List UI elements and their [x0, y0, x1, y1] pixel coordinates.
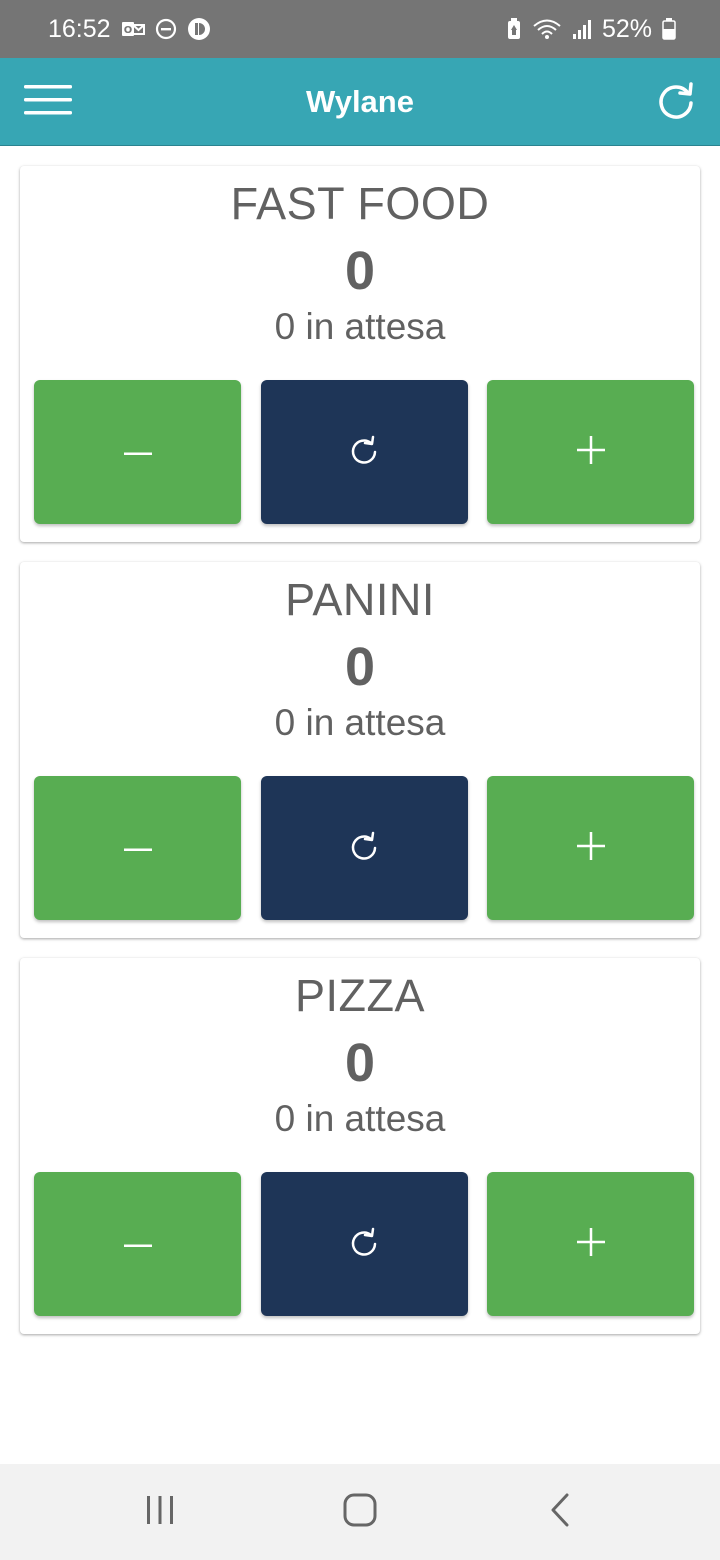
reset-icon	[347, 829, 381, 868]
increment-button[interactable]	[487, 380, 694, 524]
queue-name: PIZZA	[294, 970, 425, 1021]
queue-controls	[34, 380, 694, 524]
minus-icon	[123, 443, 152, 461]
queue-waiting: 0 in attesa	[274, 306, 446, 347]
decrement-button[interactable]	[34, 1172, 241, 1316]
outlook-icon: O	[121, 19, 145, 39]
status-time: 16:52	[48, 14, 111, 43]
battery-percentage: 52%	[601, 14, 652, 43]
status-left: 16:52 O	[48, 15, 211, 44]
reset-button[interactable]	[260, 1172, 468, 1316]
menu-button[interactable]	[22, 80, 74, 124]
app-notification-icon	[187, 17, 211, 41]
plus-icon	[576, 831, 605, 865]
minus-icon	[123, 1235, 152, 1253]
back-icon	[548, 1493, 572, 1532]
queue-waiting: 0 in attesa	[274, 702, 446, 743]
back-button[interactable]	[520, 1482, 600, 1542]
queue-count: 0	[344, 241, 376, 301]
app-title: Wylane	[306, 83, 414, 119]
battery-icon	[662, 18, 676, 40]
plus-icon	[576, 1227, 605, 1261]
queue-controls	[34, 1172, 694, 1316]
home-icon	[342, 1492, 378, 1533]
queue-count: 0	[344, 1033, 376, 1093]
home-button[interactable]	[320, 1482, 400, 1542]
queue-card-panini: PANINI 0 0 in attesa	[20, 562, 700, 938]
queue-waiting: 0 in attesa	[274, 1098, 446, 1139]
reset-button[interactable]	[260, 776, 468, 920]
status-bar: 16:52 O 52%	[0, 0, 720, 58]
decrement-button[interactable]	[34, 776, 241, 920]
wifi-icon	[532, 18, 562, 40]
app-bar: Wylane	[0, 58, 720, 146]
queue-controls	[34, 776, 694, 920]
reset-icon	[347, 433, 381, 472]
plus-icon	[576, 435, 605, 469]
hamburger-menu-icon	[24, 84, 72, 121]
decrement-button[interactable]	[34, 380, 241, 524]
refresh-icon	[655, 79, 697, 126]
queue-name: FAST FOOD	[230, 178, 490, 229]
queue-card-fast-food: FAST FOOD 0 0 in attesa	[20, 166, 700, 542]
increment-button[interactable]	[487, 1172, 694, 1316]
recent-apps-button[interactable]	[120, 1482, 200, 1542]
increment-button[interactable]	[487, 776, 694, 920]
queue-name: PANINI	[285, 574, 435, 625]
queue-list: FAST FOOD 0 0 in attesa PANINI 0 0 in at…	[20, 166, 700, 1354]
reset-icon	[347, 1225, 381, 1264]
queue-card-pizza: PIZZA 0 0 in attesa	[20, 958, 700, 1334]
reset-button[interactable]	[260, 380, 468, 524]
minus-icon	[123, 839, 152, 857]
signal-icon	[572, 18, 592, 40]
battery-saver-icon	[506, 18, 522, 40]
system-nav-bar	[0, 1464, 720, 1560]
status-right: 52%	[506, 15, 676, 44]
svg-text:O: O	[123, 25, 132, 36]
recent-apps-icon	[144, 1494, 176, 1531]
refresh-button[interactable]	[654, 80, 698, 124]
queue-count: 0	[344, 637, 376, 697]
do-not-disturb-icon	[155, 18, 177, 40]
